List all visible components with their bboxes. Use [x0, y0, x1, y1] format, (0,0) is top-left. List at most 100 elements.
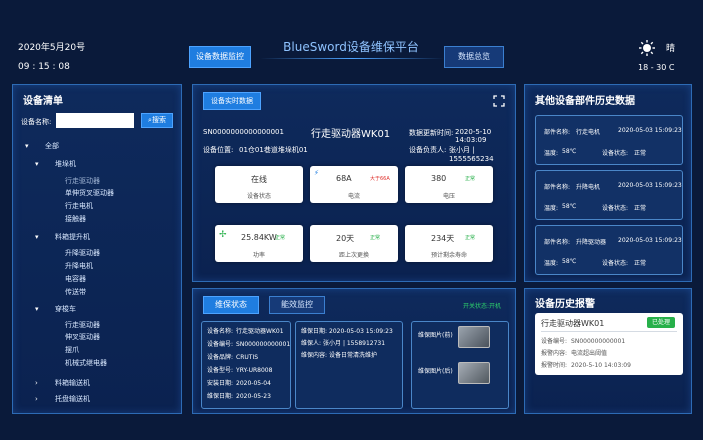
- tree-item[interactable]: 升降电机: [65, 261, 93, 271]
- part-temp-label: 温度:: [544, 260, 559, 267]
- part-status-label: 设备状态:: [602, 150, 629, 157]
- history-title: 其他设备部件历史数据: [535, 96, 635, 107]
- tree-toggle-icon[interactable]: ▾: [25, 142, 45, 150]
- tree-item[interactable]: 单伸货叉驱动器: [65, 188, 114, 198]
- info-row: 设备型号: YRY-UR8008: [207, 365, 272, 374]
- photo-after-image[interactable]: [458, 362, 490, 384]
- tree-item-label: 电容器: [65, 275, 86, 283]
- title-underline: [260, 58, 444, 59]
- tree-item-label: 行走驱动器: [65, 321, 100, 329]
- location-label: 设备位置:: [203, 146, 234, 154]
- history-item[interactable]: 部件名称: 升降驱动器 2020-05-03 15:09:23 温度: 58℃ 设备状态:…: [535, 225, 683, 275]
- warning-icon: ⚡: [314, 169, 319, 177]
- location-value: 01仓01巷道堆垛机01: [239, 146, 308, 154]
- metric-label: 预计剩余寿命: [430, 252, 467, 259]
- tree-item[interactable]: ▾ 穿梭车: [35, 304, 76, 314]
- temperature-range: 18 - 30 C: [638, 63, 675, 72]
- metric-card[interactable]: ⚡ 68A 大于66A 电流: [310, 166, 398, 203]
- data-overview-button[interactable]: 数据总览: [444, 46, 504, 68]
- tree-item[interactable]: › 托盘输送机: [35, 394, 90, 404]
- metric-value: 20天: [336, 234, 355, 243]
- tree-item[interactable]: 摆爪: [65, 345, 79, 355]
- metric-value: 68A: [336, 174, 352, 183]
- metric-value: 380: [431, 174, 447, 183]
- part-status-label: 设备状态:: [602, 260, 629, 267]
- record-value: 2020-05-03 15:09:23: [329, 328, 393, 335]
- alarm-title: 设备历史报警: [535, 299, 595, 310]
- fullscreen-icon[interactable]: [493, 95, 505, 107]
- tree-item[interactable]: 机械式继电器: [65, 358, 107, 368]
- tree-item[interactable]: 升降驱动器: [65, 248, 100, 258]
- history-item[interactable]: 部件名称: 行走电机 2020-05-03 15:09:23 温度: 58℃ 设备状态: 正…: [535, 115, 683, 165]
- tree-item[interactable]: › 料箱输送机: [35, 378, 90, 388]
- alarm-device-name: 行走驱动器WK01: [541, 319, 605, 328]
- metric-card[interactable]: 234天 正常 预计剩余寿命: [405, 225, 493, 262]
- tree-item-label: 摆爪: [65, 346, 79, 354]
- record-row: 维保人: 张小月 | 1558912731: [301, 338, 385, 347]
- tree-toggle-icon[interactable]: ▾: [35, 305, 55, 313]
- metric-card[interactable]: ✢ 25.84KW 正常 功率: [215, 225, 303, 262]
- record-row: 维保日期: 2020-05-03 15:09:23: [301, 326, 393, 335]
- search-button-label: 搜索: [151, 116, 166, 124]
- switch-status-value: 开机: [489, 303, 502, 310]
- info-value: 2020-05-04: [236, 380, 271, 387]
- tree-item[interactable]: 行走电机: [65, 201, 93, 211]
- device-monitor-button[interactable]: 设备数据监控: [189, 46, 251, 68]
- tree-item[interactable]: 行走驱动器: [65, 320, 100, 330]
- switch-status-label: 开关状态:: [463, 303, 490, 310]
- tree-item[interactable]: 伸叉驱动器: [65, 332, 100, 342]
- record-row: 维保内容: 设备日常清洗维护: [301, 350, 377, 359]
- tree-toggle-icon[interactable]: ▾: [35, 160, 55, 168]
- owner-label: 设备负责人:: [409, 146, 447, 154]
- info-value: 行走驱动器WK01: [236, 328, 284, 335]
- tree-item-label: 全部: [45, 142, 59, 150]
- device-list-title: 设备清单: [23, 96, 63, 107]
- metric-label: 电压: [442, 193, 455, 200]
- tree-item[interactable]: ▾ 堆垛机: [35, 159, 76, 169]
- tree-toggle-icon[interactable]: ▾: [35, 233, 55, 241]
- alarm-row: 报警时间: 2020-5-10 14:03:09: [541, 360, 631, 369]
- photo-before-image[interactable]: [458, 326, 490, 348]
- tree-item-label: 料箱输送机: [55, 379, 90, 387]
- metric-card[interactable]: 20天 正常 距上次更换: [310, 225, 398, 262]
- part-time: 2020-05-03 15:09:23: [618, 182, 682, 189]
- metric-card[interactable]: 380 正常 电压: [405, 166, 493, 203]
- tree-item[interactable]: ▾ 料箱提升机: [35, 232, 90, 242]
- tab-energy-monitor[interactable]: 能效监控: [269, 296, 325, 314]
- tree-item[interactable]: 传送带: [65, 287, 86, 297]
- part-name-value: 升降驱动器: [576, 239, 607, 246]
- tree-item[interactable]: 行走驱动器: [65, 176, 100, 186]
- photo-before-label: 维保图片(前): [418, 332, 453, 339]
- info-row: 设备品牌: CRUTIS: [207, 352, 258, 361]
- history-item[interactable]: 部件名称: 升降电机 2020-05-03 15:09:23 温度: 58℃ 设备状态: 正…: [535, 170, 683, 220]
- alarm-key: 报警时间:: [541, 362, 568, 369]
- alarm-card[interactable]: 行走驱动器WK01 已处理 设备编号: SN000000000001 报警内容: 电流…: [535, 313, 683, 375]
- tree-item-label: 伸叉驱动器: [65, 333, 100, 341]
- metric-badge: 正常: [275, 235, 286, 241]
- part-time: 2020-05-03 15:09:23: [618, 237, 682, 244]
- tree-toggle-icon[interactable]: ›: [35, 395, 55, 403]
- part-name-label: 部件名称:: [544, 129, 571, 136]
- info-value: CRUTIS: [236, 354, 259, 361]
- tree-item-label: 传送带: [65, 288, 86, 296]
- tab-realtime-data[interactable]: 设备实时数据: [203, 92, 261, 110]
- part-time: 2020-05-03 15:09:23: [618, 127, 682, 134]
- update-time-label: 数据更新时间:: [409, 129, 454, 137]
- search-button[interactable]: ⌕搜索: [141, 113, 173, 128]
- tree-item[interactable]: 接触器: [65, 214, 86, 224]
- tree-toggle-icon[interactable]: ›: [35, 379, 55, 387]
- metric-card[interactable]: 在线 设备状态: [215, 166, 303, 203]
- device-list-panel: 设备清单 设备名称: ⌕搜索 ▾ 全部 ▾ 堆垛机 行走驱动器 单伸货叉驱动器 行走电机 接触…: [12, 84, 182, 414]
- page-title: BlueSword设备维保平台: [283, 40, 419, 54]
- tree-item-label: 堆垛机: [55, 160, 76, 168]
- device-search-input[interactable]: [56, 113, 134, 128]
- alarm-value: SN000000000001: [571, 338, 626, 345]
- tree-item-label: 机械式继电器: [65, 359, 107, 367]
- tree-item[interactable]: 电容器: [65, 274, 86, 284]
- tree-item[interactable]: ▾ 全部: [25, 141, 59, 151]
- maintenance-record-box: 维保日期: 2020-05-03 15:09:23 维保人: 张小月 | 155891…: [295, 321, 403, 409]
- info-value: SN000000000001: [236, 341, 291, 348]
- record-value: 张小月 | 1558912731: [323, 340, 386, 347]
- fan-icon: ✢: [219, 230, 227, 240]
- tab-maintenance-status[interactable]: 维保状态: [203, 296, 259, 314]
